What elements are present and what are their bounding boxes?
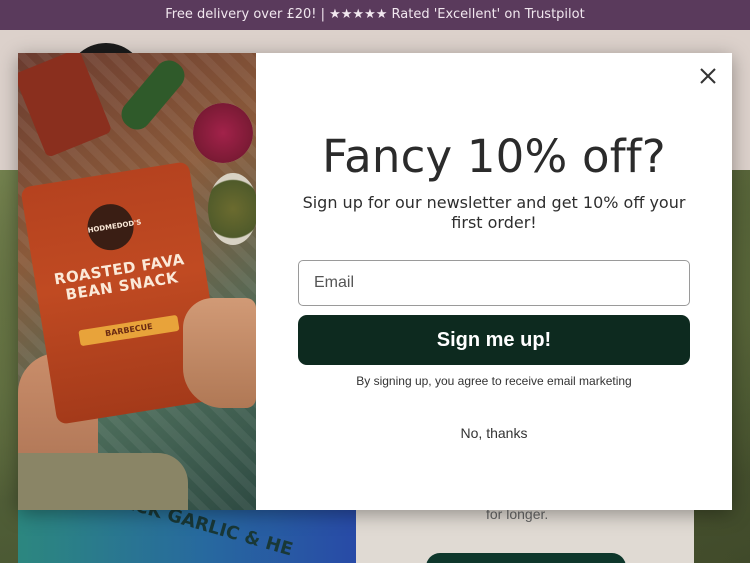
right-hand — [183, 298, 256, 408]
beetroot-bowl — [193, 103, 253, 163]
consent-text: By signing up, you agree to receive emai… — [356, 374, 632, 388]
bag-flavour: BARBECUE — [78, 314, 180, 347]
close-icon[interactable] — [698, 66, 718, 86]
modal-subtitle: Sign up for our newsletter and get 10% o… — [302, 193, 686, 232]
bag-brand-badge: HODMEDOD'S — [84, 200, 142, 254]
sign-up-button[interactable]: Sign me up! — [298, 315, 690, 365]
bag-title: ROASTED FAVA BEAN SNACK — [52, 250, 186, 304]
announcement-bar: Free delivery over £20! | ★★★★★ Rated 'E… — [0, 0, 750, 30]
olive-bowl — [208, 173, 256, 245]
sleeve-shape — [18, 453, 188, 510]
modal-product-image: HODMEDOD'S ROASTED FAVA BEAN SNACK BARBE… — [18, 53, 256, 510]
modal-title: Fancy 10% off? — [322, 130, 666, 183]
newsletter-modal: HODMEDOD'S ROASTED FAVA BEAN SNACK BARBE… — [18, 53, 732, 510]
email-field[interactable] — [298, 260, 690, 306]
no-thanks-link[interactable]: No, thanks — [256, 425, 732, 441]
modal-content: Fancy 10% off? Sign up for our newslette… — [256, 53, 732, 510]
announcement-text: Free delivery over £20! | ★★★★★ Rated 'E… — [165, 7, 585, 22]
